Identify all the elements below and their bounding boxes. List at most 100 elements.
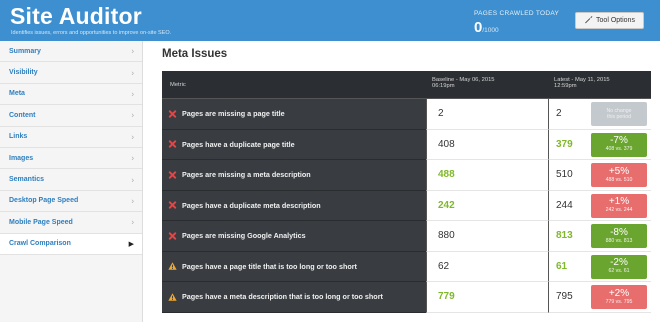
- latest-cell: 379 -7% 408 vs. 379: [548, 129, 651, 160]
- baseline-time: 06:19pm: [432, 83, 455, 89]
- change-badge: No change this period: [591, 102, 647, 126]
- table-row: Pages are missing Google Analytics 880 813…: [162, 221, 651, 252]
- latest-cell: 795 +2% 779 vs. 795: [548, 282, 651, 313]
- chevron-right-icon: ›: [131, 68, 134, 78]
- change-percent: +5%: [608, 165, 630, 177]
- change-badge: +1% 242 vs. 244: [591, 193, 647, 218]
- change-detail: 488 vs. 510: [605, 176, 633, 183]
- latest-value: 813: [556, 230, 573, 242]
- sidebar-item-content[interactable]: Content ›: [0, 105, 142, 127]
- baseline-value: 2: [438, 108, 444, 120]
- change-detail: 242 vs. 244: [605, 207, 633, 214]
- baseline-cell: 2: [426, 99, 548, 130]
- chevron-right-icon: ›: [131, 217, 134, 227]
- latest-cell: 61 -2% 62 vs. 61: [548, 251, 651, 282]
- sidebar-item-meta[interactable]: Meta ›: [0, 84, 142, 106]
- baseline-value: 408: [438, 138, 455, 150]
- app-subtitle: Identifies issues, errors and opportunit…: [11, 30, 172, 36]
- x-icon: [168, 109, 177, 118]
- change-percent: -7%: [610, 135, 628, 147]
- app-header: Site Auditor Identifies issues, errors a…: [0, 0, 660, 41]
- metric-label: Pages have a duplicate page title: [182, 139, 295, 149]
- sidebar-item-label: Mobile Page Speed: [9, 218, 73, 226]
- column-header-metric: Metric: [170, 82, 186, 88]
- change-badge: -8% 880 vs. 813: [591, 224, 647, 248]
- latest-cell: 813 -8% 880 vs. 813: [548, 221, 651, 252]
- metric-label: Pages have a meta description that is to…: [182, 292, 383, 302]
- x-icon: [168, 140, 177, 149]
- sidebar: Summary › Visibility › Meta › Content › Links › Im…: [0, 41, 143, 322]
- latest-time: 12:59pm: [554, 83, 577, 89]
- x-icon: [168, 170, 177, 179]
- sidebar-item-label: Semantics: [9, 176, 45, 184]
- table-row: Pages have a duplicate page title 408 379 -…: [162, 129, 651, 160]
- sidebar-item-label: Desktop Page Speed: [9, 197, 79, 205]
- x-icon: [168, 231, 177, 240]
- meta-issues-table: Metric Baseline - May 06, 2015 06:19pm L…: [162, 71, 651, 313]
- sidebar-item-crawl-comparison[interactable]: Crawl Comparison ▶: [0, 233, 142, 255]
- pages-crawled-max: /1000: [482, 27, 499, 34]
- latest-cell: 244 +1% 242 vs. 244: [548, 190, 651, 221]
- chevron-right-icon: ›: [131, 132, 134, 142]
- baseline-value: 62: [438, 260, 450, 272]
- change-detail: 880 vs. 813: [605, 237, 633, 244]
- metric-cell: Pages have a page title that is too long…: [162, 251, 426, 282]
- latest-cell: 510 +5% 488 vs. 510: [548, 160, 651, 191]
- sidebar-item-mobile-page-speed[interactable]: Mobile Page Speed ›: [0, 212, 142, 234]
- metric-label: Pages are missing Google Analytics: [182, 231, 306, 241]
- table-row: Pages are missing a page title 2 2 No chang…: [162, 99, 651, 130]
- metric-label: Pages are missing a page title: [182, 109, 285, 119]
- sidebar-item-images[interactable]: Images ›: [0, 148, 142, 170]
- latest-value: 510: [556, 169, 573, 181]
- latest-value: 61: [556, 260, 568, 272]
- change-detail: this period: [607, 114, 631, 120]
- change-percent: -2%: [610, 257, 628, 269]
- metric-label: Pages have a page title that is too long…: [182, 261, 357, 271]
- change-percent: +1%: [608, 196, 630, 208]
- app-title: Site Auditor: [10, 3, 142, 29]
- baseline-cell: 408: [426, 129, 548, 160]
- sidebar-item-label: Summary: [9, 47, 41, 55]
- metric-label: Pages have a duplicate meta description: [182, 200, 321, 210]
- baseline-cell: 779: [426, 282, 548, 313]
- sidebar-item-label: Links: [9, 133, 28, 141]
- metric-cell: Pages are missing a page title: [162, 99, 426, 130]
- wrench-icon: [584, 15, 593, 26]
- sidebar-item-label: Visibility: [9, 69, 38, 77]
- metric-cell: Pages are missing a meta description: [162, 160, 426, 191]
- baseline-cell: 242: [426, 190, 548, 221]
- column-header-latest: Latest - May 11, 2015 12:59pm: [554, 77, 610, 89]
- sidebar-item-label: Content: [9, 111, 36, 119]
- baseline-cell: 488: [426, 160, 548, 191]
- chevron-right-icon: ›: [131, 175, 134, 185]
- sidebar-item-summary[interactable]: Summary ›: [0, 41, 142, 63]
- metric-label: Pages are missing a meta description: [182, 170, 311, 180]
- baseline-cell: 62: [426, 251, 548, 282]
- sidebar-item-label: Images: [9, 154, 34, 162]
- section-title: Meta Issues: [162, 48, 228, 60]
- baseline-value: 488: [438, 169, 455, 181]
- sidebar-item-label: Meta: [9, 90, 25, 98]
- metric-cell: Pages are missing Google Analytics: [162, 221, 426, 252]
- sidebar-item-links[interactable]: Links ›: [0, 127, 142, 148]
- tool-options-button[interactable]: Tool Options: [575, 12, 644, 29]
- table-row: Pages have a duplicate meta description 2…: [162, 190, 651, 221]
- chevron-right-icon: ›: [131, 196, 134, 206]
- baseline-value: 779: [438, 291, 455, 303]
- sidebar-item-semantics[interactable]: Semantics ›: [0, 169, 142, 191]
- table-row: Pages are missing a meta description 488 5…: [162, 160, 651, 191]
- table-row: Pages have a page title that is too long…: [162, 251, 651, 282]
- sidebar-item-label: Crawl Comparison: [9, 240, 71, 248]
- metric-cell: Pages have a duplicate page title: [162, 129, 426, 160]
- tool-options-label: Tool Options: [596, 17, 635, 24]
- baseline-value: 242: [438, 199, 455, 211]
- x-icon: [168, 201, 177, 210]
- sidebar-item-desktop-page-speed[interactable]: Desktop Page Speed ›: [0, 191, 142, 213]
- latest-value: 2: [556, 108, 562, 120]
- table-row: Pages have a meta description that is to…: [162, 282, 651, 313]
- change-detail: 408 vs. 379: [605, 146, 633, 153]
- sidebar-item-visibility[interactable]: Visibility ›: [0, 62, 142, 84]
- change-detail: 779 vs. 795: [605, 298, 633, 305]
- baseline-value: 880: [438, 230, 455, 242]
- baseline-cell: 880: [426, 221, 548, 252]
